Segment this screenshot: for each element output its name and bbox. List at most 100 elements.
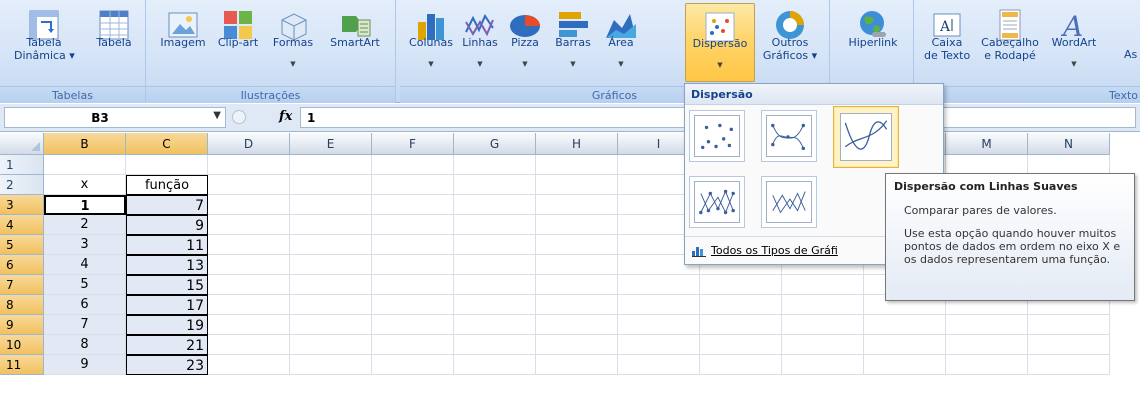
cell-e1[interactable]: [290, 155, 372, 175]
cell-j9[interactable]: [700, 315, 782, 335]
cell-d10[interactable]: [208, 335, 290, 355]
cell-b11[interactable]: 9: [44, 355, 126, 375]
column-header-n[interactable]: N: [1028, 133, 1110, 155]
cell-g7[interactable]: [454, 275, 536, 295]
cell-k7[interactable]: [782, 275, 864, 295]
bars-chart-button[interactable]: Barras ▼: [548, 2, 598, 82]
cell-b2[interactable]: x: [44, 175, 126, 195]
cell-d2[interactable]: [208, 175, 290, 195]
column-header-b[interactable]: B: [44, 133, 126, 155]
cell-g8[interactable]: [454, 295, 536, 315]
cell-d5[interactable]: [208, 235, 290, 255]
column-header-c[interactable]: C: [126, 133, 208, 155]
cell-d6[interactable]: [208, 255, 290, 275]
cell-e9[interactable]: [290, 315, 372, 335]
cell-h1[interactable]: [536, 155, 618, 175]
symbol-button-partial[interactable]: As: [1124, 2, 1140, 82]
column-header-d[interactable]: D: [208, 133, 290, 155]
scatter-straight-lines-option[interactable]: [761, 176, 817, 228]
cell-i10[interactable]: [618, 335, 700, 355]
cell-g6[interactable]: [454, 255, 536, 275]
cell-k8[interactable]: [782, 295, 864, 315]
cell-c3[interactable]: 7: [126, 195, 208, 215]
cell-g1[interactable]: [454, 155, 536, 175]
cell-e3[interactable]: [290, 195, 372, 215]
cell-c2[interactable]: função: [126, 175, 208, 195]
cell-i8[interactable]: [618, 295, 700, 315]
column-header-h[interactable]: H: [536, 133, 618, 155]
lines-chart-button[interactable]: Linhas ▼: [458, 2, 502, 82]
cell-l9[interactable]: [864, 315, 946, 335]
cell-k11[interactable]: [782, 355, 864, 375]
cell-c4[interactable]: 9: [126, 215, 208, 235]
row-header-2[interactable]: 2: [0, 175, 44, 195]
cell-e4[interactable]: [290, 215, 372, 235]
row-header-8[interactable]: 8: [0, 295, 44, 315]
cell-g2[interactable]: [454, 175, 536, 195]
column-header-f[interactable]: F: [372, 133, 454, 155]
cell-h2[interactable]: [536, 175, 618, 195]
row-header-1[interactable]: 1: [0, 155, 44, 175]
cell-h10[interactable]: [536, 335, 618, 355]
cell-j11[interactable]: [700, 355, 782, 375]
pie-chart-button[interactable]: Pizza ▼: [504, 2, 546, 82]
cell-h11[interactable]: [536, 355, 618, 375]
cell-b10[interactable]: 8: [44, 335, 126, 355]
cell-b3[interactable]: 1: [44, 195, 126, 215]
cell-l10[interactable]: [864, 335, 946, 355]
cell-f6[interactable]: [372, 255, 454, 275]
cell-i7[interactable]: [618, 275, 700, 295]
column-header-m[interactable]: M: [946, 133, 1028, 155]
row-header-5[interactable]: 5: [0, 235, 44, 255]
hyperlink-button[interactable]: Hiperlink: [840, 2, 906, 82]
cell-e11[interactable]: [290, 355, 372, 375]
formula-cancel-icon[interactable]: [232, 110, 246, 124]
shapes-button[interactable]: Formas ▼: [268, 2, 318, 82]
cell-b7[interactable]: 5: [44, 275, 126, 295]
cell-b6[interactable]: 4: [44, 255, 126, 275]
cell-i9[interactable]: [618, 315, 700, 335]
row-header-7[interactable]: 7: [0, 275, 44, 295]
cell-f4[interactable]: [372, 215, 454, 235]
cell-g4[interactable]: [454, 215, 536, 235]
cell-n11[interactable]: [1028, 355, 1110, 375]
cell-h3[interactable]: [536, 195, 618, 215]
cell-l11[interactable]: [864, 355, 946, 375]
cell-c7[interactable]: 15: [126, 275, 208, 295]
table-button[interactable]: Tabela: [86, 2, 142, 82]
cell-e10[interactable]: [290, 335, 372, 355]
cell-c1[interactable]: [126, 155, 208, 175]
scatter-chart-button[interactable]: Dispersão ▼: [685, 3, 755, 82]
cell-d9[interactable]: [208, 315, 290, 335]
textbox-button[interactable]: A Caixa de Texto: [924, 2, 970, 82]
cell-m11[interactable]: [946, 355, 1028, 375]
row-header-6[interactable]: 6: [0, 255, 44, 275]
cell-b8[interactable]: 6: [44, 295, 126, 315]
row-header-3[interactable]: 3: [0, 195, 44, 215]
cell-d11[interactable]: [208, 355, 290, 375]
cell-e6[interactable]: [290, 255, 372, 275]
clipart-button[interactable]: Clip-art: [210, 2, 266, 82]
cell-f11[interactable]: [372, 355, 454, 375]
scatter-smooth-lines-markers-option[interactable]: [761, 110, 817, 162]
cell-k10[interactable]: [782, 335, 864, 355]
cell-n10[interactable]: [1028, 335, 1110, 355]
cell-m9[interactable]: [946, 315, 1028, 335]
cell-f2[interactable]: [372, 175, 454, 195]
column-header-e[interactable]: E: [290, 133, 372, 155]
cell-j10[interactable]: [700, 335, 782, 355]
cell-h5[interactable]: [536, 235, 618, 255]
cell-d3[interactable]: [208, 195, 290, 215]
cell-d8[interactable]: [208, 295, 290, 315]
column-header-g[interactable]: G: [454, 133, 536, 155]
scatter-markers-only-option[interactable]: [689, 110, 745, 162]
cell-d4[interactable]: [208, 215, 290, 235]
name-box-dropdown-icon[interactable]: ▼: [213, 110, 221, 121]
cell-f8[interactable]: [372, 295, 454, 315]
area-chart-button[interactable]: Área ▼: [600, 2, 642, 82]
cell-h4[interactable]: [536, 215, 618, 235]
cell-d1[interactable]: [208, 155, 290, 175]
cell-c6[interactable]: 13: [126, 255, 208, 275]
row-header-10[interactable]: 10: [0, 335, 44, 355]
insert-function-icon[interactable]: fx: [279, 109, 292, 124]
